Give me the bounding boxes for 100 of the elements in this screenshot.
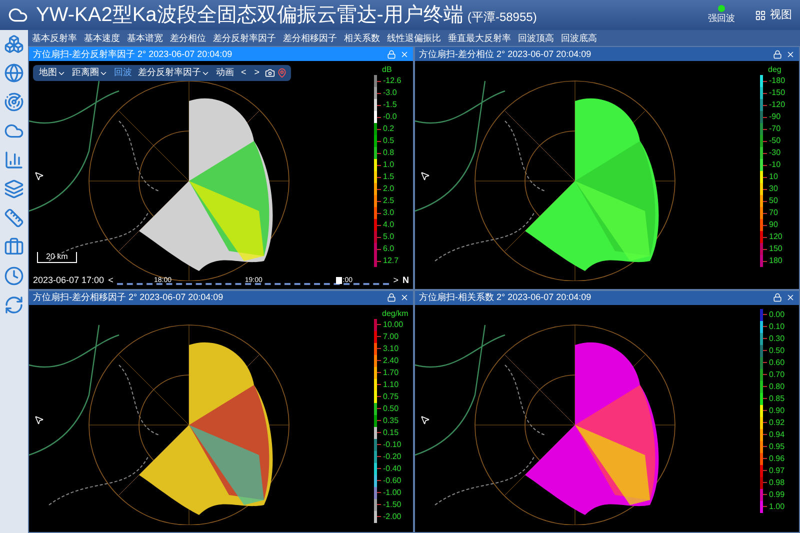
north-label: N [402,274,409,287]
ruler-icon[interactable] [4,208,24,228]
globe-icon[interactable] [4,63,24,83]
legend-label: 2.5 [383,196,396,206]
playhead-icon[interactable] [336,277,342,284]
legend-label: 0.5 [383,136,396,146]
panel-title-bar[interactable]: 方位扇扫-相关系数 2° 2023-06-07 20:04:09 [415,290,799,304]
legend-label: 1.5 [383,172,396,182]
panel-title-bar[interactable]: 方位扇扫-差分相位 2° 2023-06-07 20:04:09 [415,47,799,61]
cursor-icon [420,414,430,424]
legend-label: 1.70 [383,368,400,378]
legend-label: -50 [769,136,782,146]
legend-label: 0.75 [383,392,400,402]
radar-icon[interactable] [4,92,24,112]
legend-label: -1.00 [383,488,402,498]
refresh-icon[interactable] [4,295,24,315]
dropdown-button[interactable]: 地图 [37,66,68,80]
lock-icon[interactable] [387,293,396,302]
legend-label: 0.70 [769,370,786,380]
menu-item[interactable]: 线性退偏振比 [387,34,441,42]
menu-item[interactable]: 垂直最大反射率 [448,34,511,42]
panel-title: 方位扇扫-相关系数 2° 2023-06-07 20:04:09 [419,293,592,302]
legend-label: -1.5 [383,100,398,110]
legend-label: 3.0 [383,208,396,218]
legend-label: 2.40 [383,356,400,366]
timeline-prev-button[interactable]: < [108,274,114,288]
clock-icon[interactable] [4,266,24,286]
legend-label: -0.40 [383,464,402,474]
cubes-icon[interactable] [4,34,24,54]
legend-label: 0.94 [769,430,786,440]
station-label: (平潭-58955) [467,9,537,26]
layers-icon[interactable] [4,179,24,199]
legend-label: 1.10 [383,380,400,390]
dropdown-button[interactable]: 差分反射率因子 [136,66,212,80]
legend-label: 10.00 [383,320,404,330]
legend-label: -90 [769,112,782,122]
legend-label: 0.50 [769,346,786,356]
lock-icon[interactable] [773,293,782,302]
legend-label: 0.00 [769,310,786,320]
menu-item[interactable]: 基本谱宽 [127,34,163,42]
briefcase-icon[interactable] [4,237,24,257]
legend-label: 0.99 [769,490,786,500]
close-icon[interactable] [400,293,409,302]
echo-toggle[interactable]: 回波 [112,66,134,80]
legend-label: -120 [769,100,786,110]
legend-label: 150 [769,244,784,254]
scale-bar: 20 km [37,252,77,262]
legend-label: 0.8 [383,148,396,158]
legend-label: 3.10 [383,344,400,354]
panel-title: 方位扇扫-差分反射率因子 2° 2023-06-07 20:04:09 [33,50,232,58]
legend-label: 12.7 [383,256,400,266]
cursor-icon [34,171,44,181]
legend-label: -70 [769,124,782,134]
legend-label: 0.60 [769,358,786,368]
lock-icon[interactable] [387,50,396,58]
legend-label: 1.00 [769,502,786,512]
menu-item[interactable]: 回波底高 [561,34,597,42]
legend-label: 0.92 [769,418,786,428]
legend-label: 50 [769,196,779,206]
menu-item[interactable]: 基本速度 [84,34,120,42]
legend-label: 0.10 [769,322,786,332]
legend-label: 0.35 [383,416,400,426]
legend-unit: deg [768,65,782,75]
close-icon[interactable] [400,50,409,58]
legend-label: -12.6 [383,76,402,86]
timeline-next-button[interactable]: > [393,274,398,288]
previous-button[interactable]: < [238,66,250,80]
legend-label: 0.96 [769,454,786,464]
grid-icon [755,10,766,20]
legend-label: 0.30 [769,334,786,344]
legend-unit: deg/km [382,308,408,318]
legend-label: 180 [769,256,784,266]
panel-title: 方位扇扫-差分相位 2° 2023-06-07 20:04:09 [419,50,592,58]
camera-icon[interactable] [264,68,275,78]
lock-icon[interactable] [773,50,782,58]
animation-button[interactable]: 动画 [214,66,236,80]
legend-label: 70 [769,208,779,218]
legend-label: 0.85 [769,394,786,404]
legend-label: 4.0 [383,220,396,230]
close-icon[interactable] [786,50,795,58]
legend-label: 0.15 [383,428,400,438]
close-icon[interactable] [786,293,795,302]
menu-item[interactable]: 回波顶高 [518,34,554,42]
next-button[interactable]: > [251,66,263,80]
menu-item[interactable]: 基本反射率 [32,34,77,42]
menu-item[interactable]: 差分反射率因子 [213,34,276,42]
legend-label: 1.0 [383,160,396,170]
legend-label: 30 [769,184,779,194]
dropdown-button[interactable]: 距离圈 [70,66,110,80]
legend-label: 0.50 [383,404,400,414]
chart-icon[interactable] [4,150,24,170]
legend-label: 2.0 [383,184,396,194]
view-button[interactable]: 视图 [755,6,792,24]
panel-title-bar[interactable]: 方位扇扫-差分反射率因子 2° 2023-06-07 20:04:09 [29,47,413,61]
menu-item[interactable]: 相关系数 [344,34,380,42]
legend-label: 10 [769,172,779,182]
menu-item[interactable]: 差分相移因子 [283,34,337,42]
panel-title-bar[interactable]: 方位扇扫-差分相移因子 2° 2023-06-07 20:04:09 [29,290,413,304]
legend-label: 0.95 [769,442,786,452]
menu-item[interactable]: 差分相位 [170,34,206,42]
